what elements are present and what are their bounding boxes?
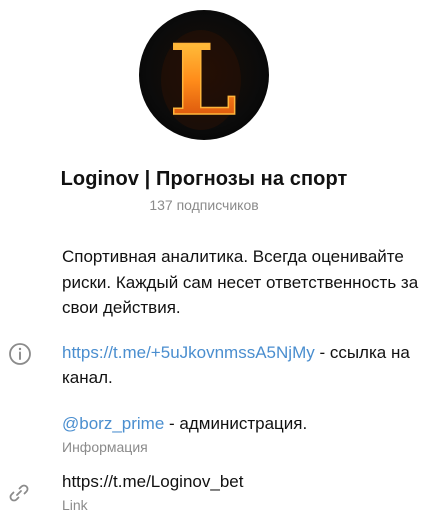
link-value[interactable]: https://t.me/Loginov_bet [62, 469, 424, 494]
avatar-letter: L [169, 24, 237, 137]
invite-line: https://t.me/+5uJkovnmssA5NjMy - ссылка … [62, 340, 424, 390]
admin-mention-link[interactable]: @borz_prime [62, 414, 164, 433]
channel-description: Спортивная аналитика. Всегда оценивайте … [62, 247, 419, 317]
flaming-letter-logo: L [161, 23, 241, 138]
info-section: https://t.me/+5uJkovnmssA5NjMy - ссылка … [62, 340, 424, 457]
link-section[interactable]: https://t.me/Loginov_bet Link [62, 469, 424, 515]
subscriber-count: 137 подписчиков [149, 197, 259, 213]
link-icon [9, 484, 29, 502]
channel-avatar[interactable]: L [139, 10, 269, 140]
invite-link[interactable]: https://t.me/+5uJkovnmssA5NjMy [62, 343, 315, 362]
admin-suffix: - администрация. [164, 414, 308, 433]
admin-line: @borz_prime - администрация. [62, 411, 424, 436]
channel-title: Loginov | Прогнозы на спорт [60, 168, 348, 190]
info-caption: Информация [62, 439, 148, 455]
info-icon [9, 343, 31, 365]
link-caption: Link [62, 497, 88, 513]
